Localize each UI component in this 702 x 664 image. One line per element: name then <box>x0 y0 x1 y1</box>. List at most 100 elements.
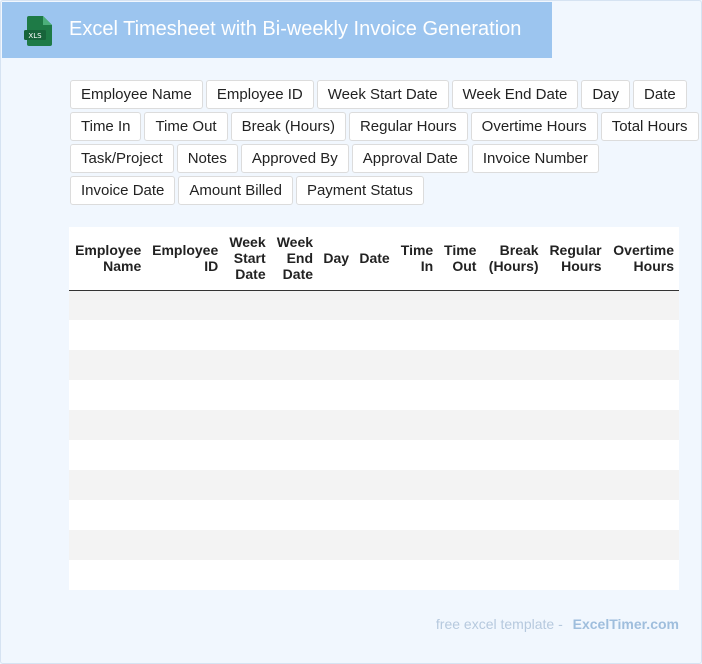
column-chip[interactable]: Time In <box>70 112 142 141</box>
table-cell[interactable] <box>146 470 224 500</box>
column-chip[interactable]: Employee Name <box>70 80 203 109</box>
table-cell[interactable] <box>69 530 147 560</box>
table-cell[interactable] <box>354 380 395 410</box>
column-chip[interactable]: Day <box>581 80 631 109</box>
table-cell[interactable] <box>146 350 224 380</box>
table-cell[interactable] <box>69 380 147 410</box>
table-cell[interactable] <box>438 560 482 590</box>
table-cell[interactable] <box>146 530 224 560</box>
table-cell[interactable] <box>223 410 271 440</box>
column-chip[interactable]: Invoice Date <box>70 176 176 205</box>
table-cell[interactable] <box>223 440 271 470</box>
table-cell[interactable] <box>394 560 439 590</box>
table-cell[interactable] <box>481 290 544 320</box>
table-cell[interactable] <box>543 350 607 380</box>
table-cell[interactable] <box>543 500 607 530</box>
table-cell[interactable] <box>270 530 319 560</box>
table-cell[interactable] <box>223 560 271 590</box>
table-cell[interactable] <box>223 380 271 410</box>
table-cell[interactable] <box>318 380 355 410</box>
table-cell[interactable] <box>270 350 319 380</box>
table-cell[interactable] <box>606 530 679 560</box>
table-cell[interactable] <box>438 530 482 560</box>
table-cell[interactable] <box>543 470 607 500</box>
column-chip[interactable]: Approved By <box>240 144 349 173</box>
table-cell[interactable] <box>481 380 544 410</box>
table-cell[interactable] <box>438 500 482 530</box>
column-chip[interactable]: Time Out <box>144 112 228 141</box>
table-cell[interactable] <box>318 530 355 560</box>
table-cell[interactable] <box>354 410 395 440</box>
table-cell[interactable] <box>606 290 679 320</box>
column-chip[interactable]: Total Hours <box>600 112 699 141</box>
table-cell[interactable] <box>223 350 271 380</box>
table-cell[interactable] <box>69 470 147 500</box>
table-cell[interactable] <box>438 320 482 350</box>
table-cell[interactable] <box>438 290 482 320</box>
table-cell[interactable] <box>223 320 271 350</box>
column-chip[interactable]: Task/Project <box>70 144 174 173</box>
table-cell[interactable] <box>543 560 607 590</box>
table-cell[interactable] <box>270 410 319 440</box>
table-cell[interactable] <box>481 530 544 560</box>
table-cell[interactable] <box>223 530 271 560</box>
table-cell[interactable] <box>69 350 147 380</box>
table-cell[interactable] <box>354 350 395 380</box>
table-cell[interactable] <box>270 290 319 320</box>
column-chip[interactable]: Week End Date <box>451 80 579 109</box>
table-cell[interactable] <box>318 470 355 500</box>
table-cell[interactable] <box>354 440 395 470</box>
table-cell[interactable] <box>146 380 224 410</box>
table-cell[interactable] <box>69 440 147 470</box>
table-cell[interactable] <box>606 560 679 590</box>
table-cell[interactable] <box>69 290 147 320</box>
table-cell[interactable] <box>146 500 224 530</box>
table-cell[interactable] <box>354 500 395 530</box>
column-chip[interactable]: Week Start Date <box>316 80 449 109</box>
table-cell[interactable] <box>223 290 271 320</box>
table-cell[interactable] <box>543 410 607 440</box>
table-cell[interactable] <box>394 530 439 560</box>
table-cell[interactable] <box>606 440 679 470</box>
column-chip[interactable]: Notes <box>176 144 238 173</box>
footer-brand-link[interactable]: ExcelTimer.com <box>573 616 679 632</box>
table-cell[interactable] <box>69 410 147 440</box>
table-cell[interactable] <box>354 290 395 320</box>
table-cell[interactable] <box>438 380 482 410</box>
column-chip[interactable]: Break (Hours) <box>230 112 346 141</box>
table-cell[interactable] <box>438 350 482 380</box>
table-cell[interactable] <box>606 500 679 530</box>
table-cell[interactable] <box>481 410 544 440</box>
table-cell[interactable] <box>394 380 439 410</box>
table-cell[interactable] <box>394 500 439 530</box>
table-cell[interactable] <box>481 470 544 500</box>
table-cell[interactable] <box>606 380 679 410</box>
table-cell[interactable] <box>394 440 439 470</box>
table-cell[interactable] <box>394 320 439 350</box>
column-chip[interactable]: Date <box>633 80 687 109</box>
table-cell[interactable] <box>318 500 355 530</box>
table-cell[interactable] <box>606 470 679 500</box>
table-cell[interactable] <box>354 560 395 590</box>
column-chip[interactable]: Payment Status <box>295 176 424 205</box>
table-cell[interactable] <box>270 470 319 500</box>
table-cell[interactable] <box>438 440 482 470</box>
table-cell[interactable] <box>606 410 679 440</box>
column-chip[interactable]: Regular Hours <box>348 112 468 141</box>
table-cell[interactable] <box>69 500 147 530</box>
table-cell[interactable] <box>146 560 224 590</box>
table-cell[interactable] <box>318 290 355 320</box>
table-cell[interactable] <box>270 380 319 410</box>
table-cell[interactable] <box>69 560 147 590</box>
table-cell[interactable] <box>543 440 607 470</box>
table-cell[interactable] <box>394 290 439 320</box>
column-chip[interactable]: Amount Billed <box>178 176 293 205</box>
table-cell[interactable] <box>481 440 544 470</box>
column-chip[interactable]: Employee ID <box>205 80 314 109</box>
table-cell[interactable] <box>318 320 355 350</box>
table-cell[interactable] <box>69 320 147 350</box>
table-cell[interactable] <box>223 500 271 530</box>
table-cell[interactable] <box>146 440 224 470</box>
table-cell[interactable] <box>270 440 319 470</box>
table-cell[interactable] <box>146 290 224 320</box>
